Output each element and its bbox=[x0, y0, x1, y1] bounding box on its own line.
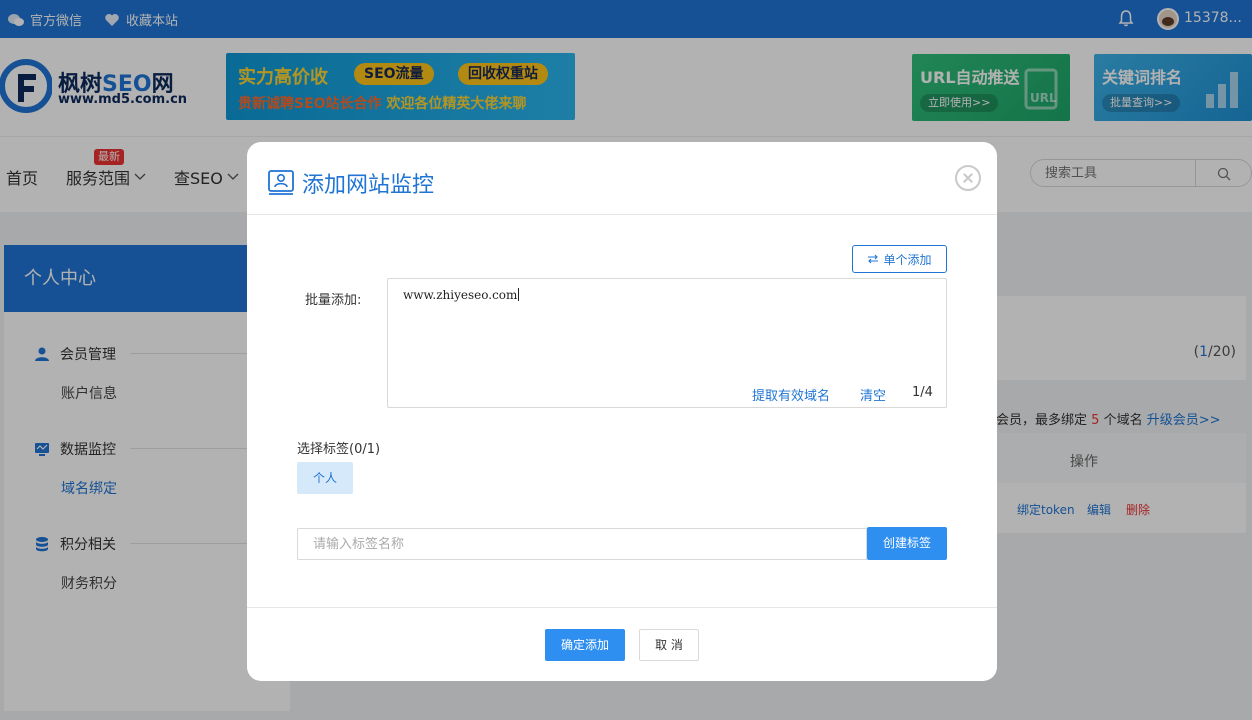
clear-link[interactable]: 清空 bbox=[860, 385, 886, 404]
extract-domains-link[interactable]: 提取有效域名 bbox=[752, 385, 830, 404]
bulk-add-label: 批量添加: bbox=[305, 293, 362, 308]
confirm-add-button[interactable]: 确定添加 bbox=[545, 629, 625, 661]
line-counter: 1/4 bbox=[912, 385, 933, 400]
textarea-value: www.zhiyeseo.com bbox=[403, 288, 520, 302]
single-add-button[interactable]: 单个添加 bbox=[852, 245, 947, 273]
tag-name-input[interactable] bbox=[297, 528, 867, 560]
dialog-footer-divider bbox=[247, 607, 997, 608]
create-tag-button[interactable]: 创建标签 bbox=[867, 527, 947, 560]
bulk-domain-textarea[interactable]: www.zhiyeseo.com 提取有效域名 清空 1/4 bbox=[387, 278, 947, 408]
dialog-title: 添加网站监控 bbox=[302, 173, 435, 198]
textarea-value-text: www.zhiyeseo.com bbox=[403, 288, 518, 302]
swap-icon bbox=[868, 254, 879, 264]
cancel-button[interactable]: 取 消 bbox=[639, 629, 699, 661]
text-caret bbox=[518, 288, 520, 301]
single-add-label: 单个添加 bbox=[883, 252, 932, 267]
tag-chip-personal[interactable]: 个人 bbox=[297, 462, 353, 494]
close-icon[interactable] bbox=[955, 165, 981, 191]
dialog-header: 添加网站监控 bbox=[247, 142, 997, 215]
tag-select-title: 选择标签(0/1) bbox=[297, 442, 381, 457]
user-card-icon bbox=[268, 170, 294, 195]
add-monitor-dialog: 添加网站监控 单个添加 批量添加: www.zhiyeseo.com 提取有效域… bbox=[247, 142, 997, 681]
